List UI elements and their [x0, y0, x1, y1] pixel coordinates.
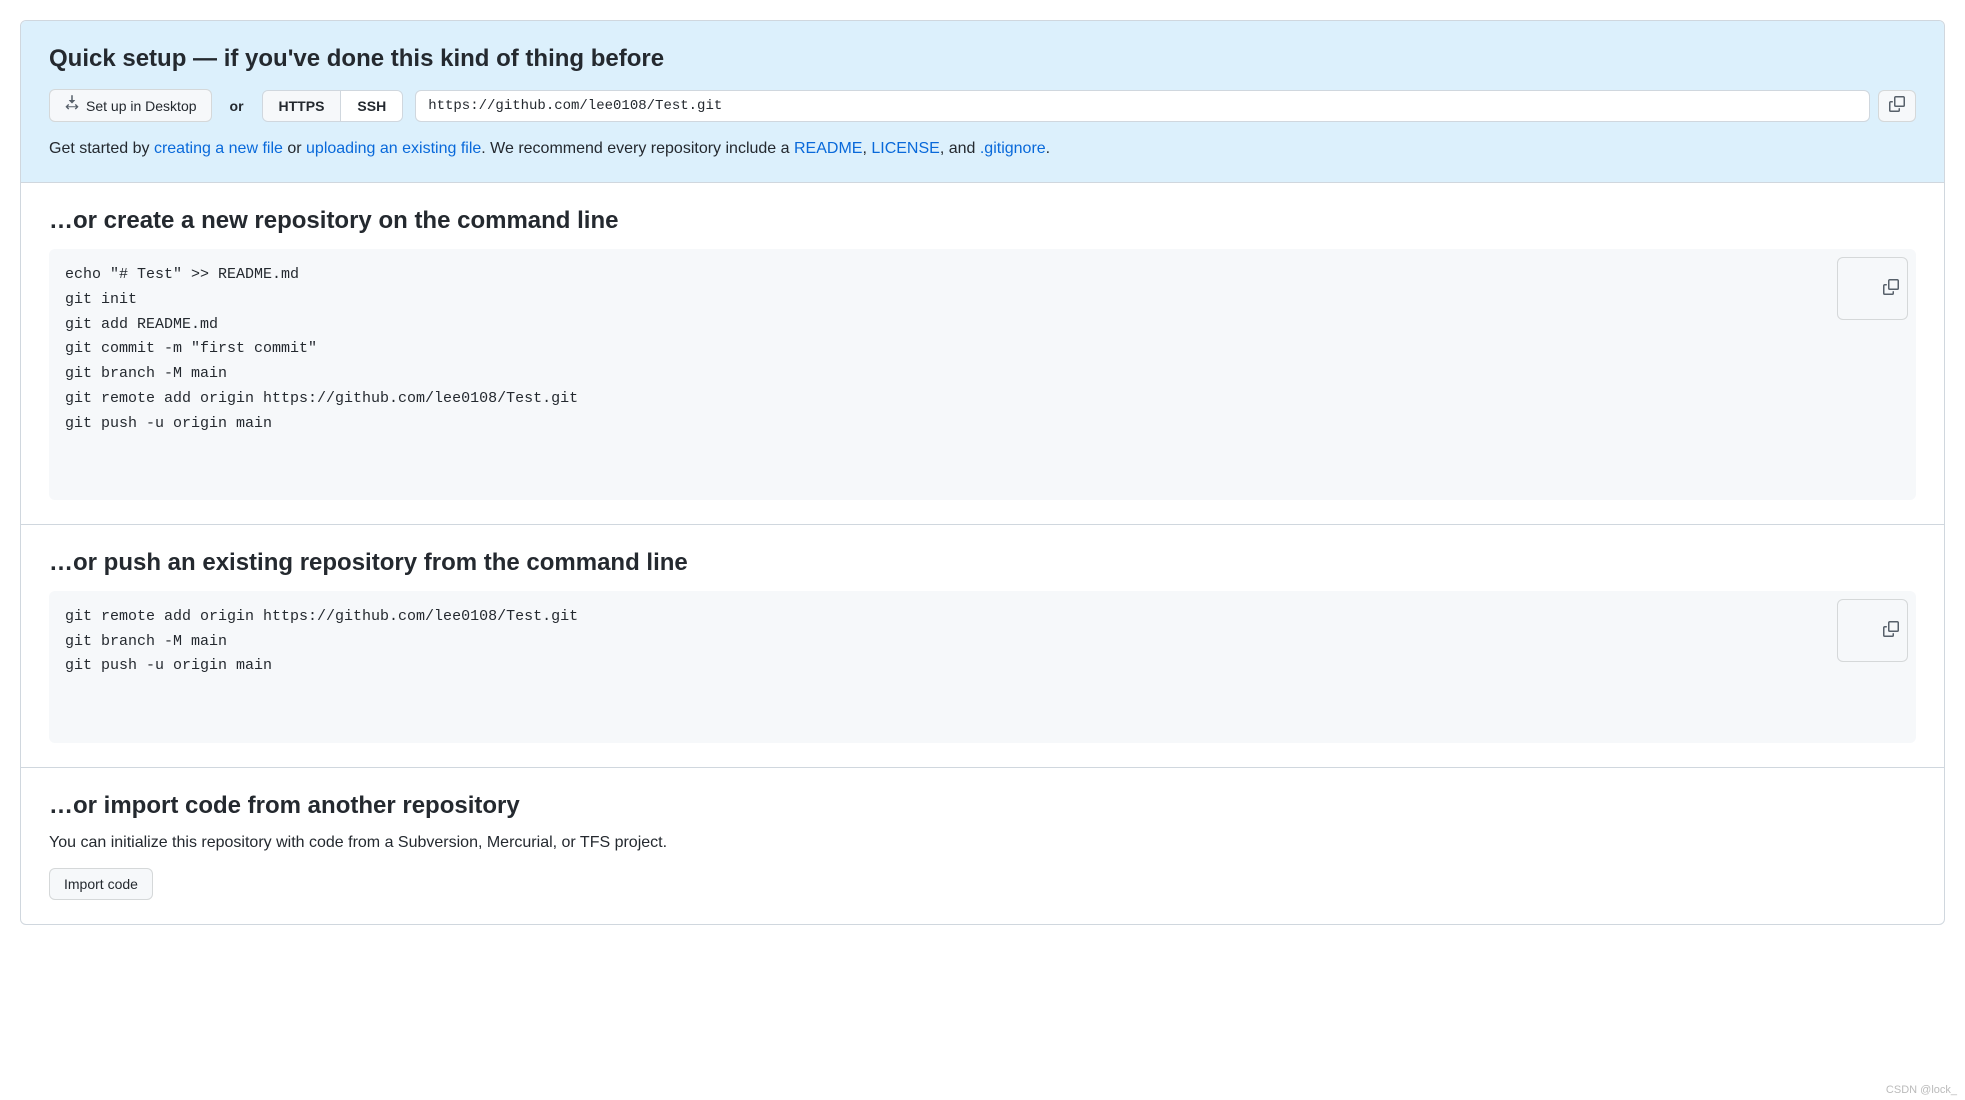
help-mid: . We recommend every repository include … [481, 140, 794, 157]
setup-desktop-button[interactable]: Set up in Desktop [49, 89, 212, 122]
copy-icon [1846, 264, 1899, 313]
https-tab[interactable]: HTTPS [263, 91, 341, 121]
watermark-text: CSDN @lock_ [1886, 1084, 1957, 1096]
copy-url-button[interactable] [1878, 90, 1916, 122]
empty-repo-container: Quick setup — if you've done this kind o… [20, 20, 1945, 925]
readme-link[interactable]: README [794, 140, 862, 157]
desktop-download-icon [64, 95, 80, 116]
protocol-toggle: HTTPS SSH [262, 90, 404, 122]
import-repo-section: …or import code from another repository … [21, 768, 1944, 924]
setup-desktop-label: Set up in Desktop [86, 96, 197, 116]
or-separator: or [224, 98, 250, 114]
repo-url-input[interactable] [415, 90, 1870, 122]
push-repo-heading: …or push an existing repository from the… [49, 549, 1916, 577]
copy-push-code-button[interactable] [1837, 599, 1908, 662]
quick-setup-heading: Quick setup — if you've done this kind o… [49, 45, 1916, 73]
push-repo-section: …or push an existing repository from the… [21, 525, 1944, 768]
create-repo-code: echo "# Test" >> README.md git init git … [49, 249, 1916, 500]
license-link[interactable]: LICENSE [871, 140, 939, 157]
setup-controls-row: Set up in Desktop or HTTPS SSH [49, 89, 1916, 122]
import-repo-heading: …or import code from another repository [49, 792, 1916, 820]
upload-file-link[interactable]: uploading an existing file [306, 140, 481, 157]
gitignore-link[interactable]: .gitignore [980, 140, 1046, 157]
quick-setup-help: Get started by creating a new file or up… [49, 140, 1916, 158]
push-repo-code: git remote add origin https://github.com… [49, 591, 1916, 743]
copy-create-code-button[interactable] [1837, 257, 1908, 320]
create-repo-heading: …or create a new repository on the comma… [49, 207, 1916, 235]
help-and: , and [940, 140, 980, 157]
import-repo-desc: You can initialize this repository with … [49, 834, 1916, 852]
copy-icon [1846, 606, 1899, 655]
ssh-tab[interactable]: SSH [340, 91, 402, 121]
help-prefix: Get started by [49, 140, 154, 157]
create-file-link[interactable]: creating a new file [154, 140, 283, 157]
quick-setup-panel: Quick setup — if you've done this kind o… [21, 21, 1944, 183]
import-code-button[interactable]: Import code [49, 868, 153, 900]
copy-icon [1889, 96, 1905, 115]
help-end: . [1046, 140, 1050, 157]
comma: , [862, 140, 871, 157]
create-repo-section: …or create a new repository on the comma… [21, 183, 1944, 525]
url-input-wrap [415, 90, 1916, 122]
help-or: or [283, 140, 306, 157]
